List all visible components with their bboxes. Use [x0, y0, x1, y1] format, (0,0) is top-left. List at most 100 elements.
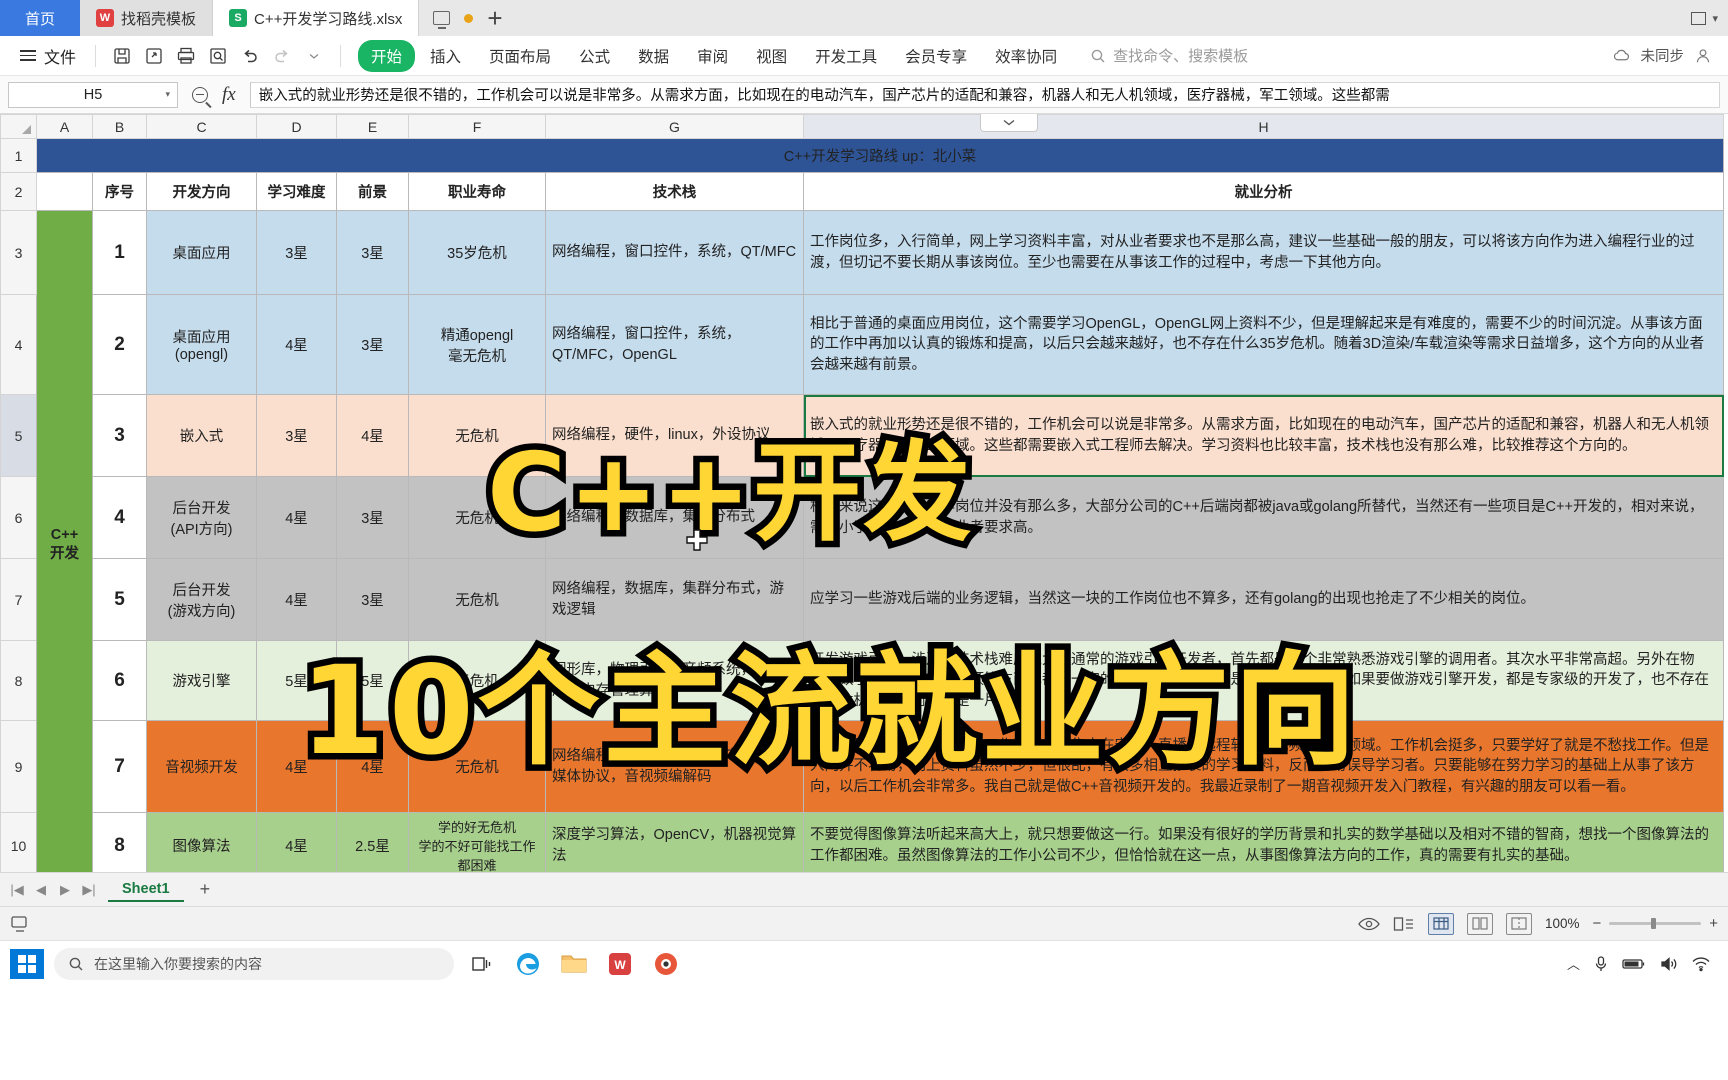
page-layout-icon[interactable]: [1466, 912, 1493, 935]
cell-prospect[interactable]: 3星: [336, 294, 409, 395]
cell-career-life[interactable]: 无危机: [408, 640, 546, 721]
tab-home[interactable]: 首页: [0, 0, 80, 36]
cell-prospect[interactable]: 3星: [336, 476, 409, 559]
column-header-b[interactable]: B: [92, 114, 147, 139]
sheet-tab-sheet1[interactable]: Sheet1: [108, 878, 184, 902]
row-header-4[interactable]: 4: [0, 294, 37, 395]
cell-analysis[interactable]: 不要觉得图像算法听起来高大上，就只想要做这一行。如果没有很好的学历背景和扎实的数…: [803, 812, 1724, 872]
zoom-out-button[interactable]: −: [1592, 915, 1601, 932]
ribbon-tab-dev-tools[interactable]: 开发工具: [802, 40, 890, 72]
cell-difficulty[interactable]: 5星: [256, 640, 337, 721]
formula-input[interactable]: 嵌入式的就业形势还是很不错的，工作机会可以说是非常多。从需求方面，比如现在的电动…: [249, 81, 1720, 108]
ribbon-tab-data[interactable]: 数据: [625, 40, 682, 72]
app-icon[interactable]: [648, 946, 684, 982]
zoom-knob[interactable]: [1651, 918, 1657, 929]
screen-record-icon[interactable]: [10, 914, 32, 934]
cell-direction[interactable]: 嵌入式: [146, 394, 257, 477]
cell-difficulty[interactable]: 4星: [256, 720, 337, 813]
ribbon-tab-start[interactable]: 开始: [358, 39, 416, 72]
network-icon[interactable]: [1692, 956, 1710, 972]
save-icon[interactable]: [107, 42, 137, 70]
first-sheet-icon[interactable]: |◀: [6, 879, 28, 901]
ribbon-tab-view[interactable]: 视图: [743, 40, 800, 72]
cell-analysis-selected[interactable]: 嵌入式的就业形势还是很不错的，工作机会可以说是非常多。从需求方面，比如现在的电动…: [803, 394, 1724, 477]
edge-icon[interactable]: [510, 946, 546, 982]
ribbon-tab-efficiency[interactable]: 效率协同: [982, 40, 1070, 72]
cell-prospect[interactable]: 5星: [336, 640, 409, 721]
header-cell-career-life[interactable]: 职业寿命: [408, 172, 546, 211]
cell-analysis[interactable]: 工作岗位多，入行简单，网上学习资料丰富，对从业者要求也不是那么高，建议一些基础一…: [803, 210, 1724, 295]
explorer-icon[interactable]: [556, 946, 592, 982]
preview-icon[interactable]: [1358, 916, 1380, 932]
header-cell-prospect[interactable]: 前景: [336, 172, 409, 211]
wps-icon[interactable]: W: [602, 946, 638, 982]
cell-tech-stack[interactable]: 网络编程，硬件，linux，外设协议: [545, 394, 804, 477]
cell-analysis[interactable]: 应学习一些游戏后端的业务逻辑，当然这一块的工作岗位也不算多，还有golang的出…: [803, 558, 1724, 641]
file-menu-button[interactable]: 文件: [12, 44, 84, 68]
name-box-caret-icon[interactable]: ▾: [165, 89, 170, 100]
tab-docer-template[interactable]: W 找稻壳模板: [80, 0, 214, 36]
cell-career-life[interactable]: 精通opengl 毫无危机: [408, 294, 546, 395]
undo-icon[interactable]: [235, 42, 265, 70]
zoom-formula-icon[interactable]: [192, 86, 208, 103]
side-label-cell[interactable]: C++ 开发: [36, 210, 93, 872]
cell-seq[interactable]: 2: [92, 294, 147, 395]
customize-caret-icon[interactable]: [299, 42, 329, 70]
header-cell-analysis[interactable]: 就业分析: [803, 172, 1724, 211]
cell-direction[interactable]: 游戏引擎: [146, 640, 257, 721]
cell-difficulty[interactable]: 4星: [256, 294, 337, 395]
cell-difficulty[interactable]: 3星: [256, 394, 337, 477]
sheet-title-cell[interactable]: C++开发学习路线 up：北小菜: [36, 138, 1724, 173]
cell-analysis[interactable]: 相对来说这一块的工作岗位并没有那么多，大部分公司的C++后端岗都被java或go…: [803, 476, 1724, 559]
status-dot-icon[interactable]: [464, 13, 474, 23]
cell-career-life[interactable]: 无危机: [408, 720, 546, 813]
zoom-level-label[interactable]: 100%: [1545, 916, 1580, 931]
normal-view-icon[interactable]: [1427, 912, 1454, 935]
insert-function-icon[interactable]: fx: [222, 84, 236, 106]
present-monitor-icon[interactable]: [433, 11, 451, 29]
column-header-g[interactable]: G: [545, 114, 804, 139]
cell-tech-stack[interactable]: 深度学习算法，OpenCV，机器视觉算法: [545, 812, 804, 872]
column-collapse-button[interactable]: [980, 114, 1038, 132]
cell-analysis[interactable]: 相比于普通的桌面应用岗位，这个需要学习OpenGL，OpenGL网上资料不少，但…: [803, 294, 1724, 395]
row-header-3[interactable]: 3: [0, 210, 37, 295]
header-cell-tech-stack[interactable]: 技术栈: [545, 172, 804, 211]
header-cell-blank[interactable]: [36, 172, 93, 211]
zoom-in-button[interactable]: +: [1709, 915, 1718, 932]
ribbon-tab-review[interactable]: 审阅: [684, 40, 741, 72]
chevron-up-icon[interactable]: ︿: [1567, 954, 1580, 973]
row-header-9[interactable]: 9: [0, 720, 37, 813]
cell-difficulty[interactable]: 4星: [256, 812, 337, 872]
cell-seq[interactable]: 6: [92, 640, 147, 721]
cell-analysis[interactable]: 现在也是挺火的一个方向，工作岗位主要集中在安防，直播，远程软件，视频会议等领域。…: [803, 720, 1724, 813]
column-header-a[interactable]: A: [36, 114, 93, 139]
cell-tech-stack[interactable]: 网络编程，数据库，集群分布式，流媒体协议，音视频编解码: [545, 720, 804, 813]
cell-difficulty[interactable]: 4星: [256, 476, 337, 559]
cell-prospect[interactable]: 4星: [336, 394, 409, 477]
print-icon[interactable]: [171, 42, 201, 70]
volume-icon[interactable]: [1660, 956, 1678, 972]
ribbon-tab-member[interactable]: 会员专享: [892, 40, 980, 72]
cell-analysis[interactable]: 开发游戏引擎，涉及的技术栈难度过大，通常的游戏引擎开发者，首先都是一个非常熟悉游…: [803, 640, 1724, 721]
cell-difficulty[interactable]: 3星: [256, 210, 337, 295]
window-caret-icon[interactable]: ▾: [1712, 12, 1718, 25]
cell-tech-stack[interactable]: 网络编程，窗口控件，系统，QT/MFC，OpenGL: [545, 294, 804, 395]
ribbon-tab-page-layout[interactable]: 页面布局: [476, 40, 564, 72]
cell-direction[interactable]: 桌面应用: [146, 210, 257, 295]
row-header-8[interactable]: 8: [0, 640, 37, 721]
battery-icon[interactable]: [1622, 957, 1646, 971]
cell-seq[interactable]: 5: [92, 558, 147, 641]
cell-direction[interactable]: 后台开发 (游戏方向): [146, 558, 257, 641]
row-header-10[interactable]: 10: [0, 812, 37, 872]
page-break-icon[interactable]: [1505, 912, 1532, 935]
cell-seq[interactable]: 7: [92, 720, 147, 813]
zoom-track[interactable]: [1609, 918, 1702, 929]
row-header-6[interactable]: 6: [0, 476, 37, 559]
cell-prospect[interactable]: 3星: [336, 210, 409, 295]
last-sheet-icon[interactable]: ▶|: [78, 879, 100, 901]
header-cell-seq[interactable]: 序号: [92, 172, 147, 211]
cloud-icon[interactable]: [1612, 48, 1631, 63]
ribbon-tab-formula[interactable]: 公式: [566, 40, 623, 72]
cell-direction[interactable]: 音视频开发: [146, 720, 257, 813]
cell-difficulty[interactable]: 4星: [256, 558, 337, 641]
